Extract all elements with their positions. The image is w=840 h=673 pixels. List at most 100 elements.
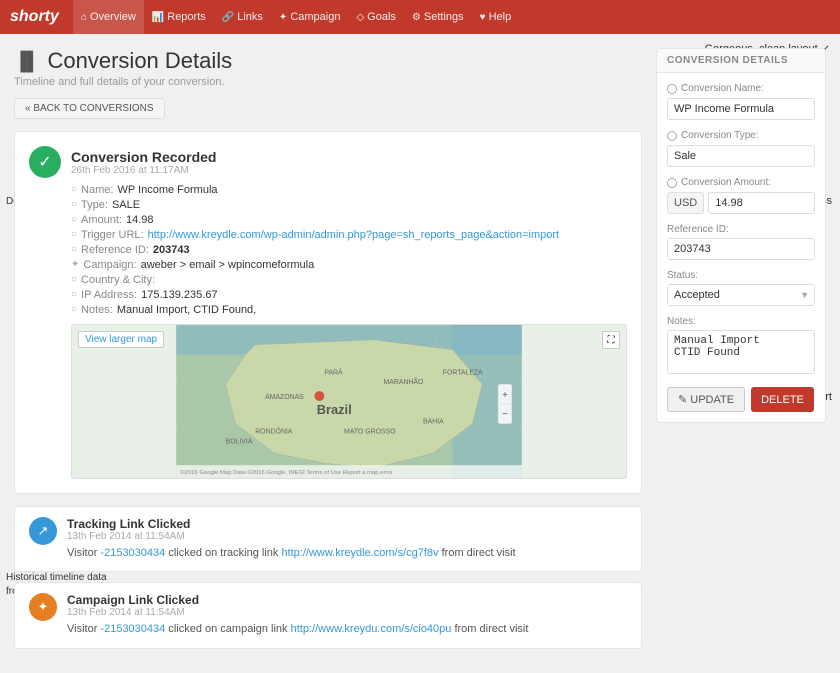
detail-notes: ○ Notes: Manual Import, CTID Found, [71, 304, 627, 316]
conversion-date: 26th Feb 2016 at 11:17AM [71, 165, 216, 176]
campaign-title: Campaign Link Clicked [67, 593, 627, 607]
form-group-notes: Notes: Manual Import CTID Found [667, 316, 815, 377]
detail-type-icon: ○ [71, 199, 77, 211]
nav-item-overview[interactable]: ⌂Overview [73, 0, 144, 34]
view-larger-map-button[interactable]: View larger map [78, 331, 164, 348]
svg-text:+: + [502, 390, 508, 401]
amount-input-group: USD [667, 192, 815, 214]
form-group-status: Status: Accepted Pending Rejected ▼ [667, 270, 815, 306]
conversion-details-list: ○ Name: WP Income Formula ○ Type: SALE ○… [29, 184, 627, 316]
svg-text:©2016 Google Map Data ©2016 G: ©2016 Google Map Data ©2016 Google, INEG… [180, 469, 392, 476]
nav-item-help[interactable]: ♥Help [472, 0, 520, 34]
back-to-conversions-button[interactable]: « BACK TO CONVERSIONS [14, 98, 165, 119]
notes-label: Notes: [667, 316, 815, 327]
conversion-amount-radio: Conversion Amount: [667, 177, 815, 188]
nav-icon-goals: ◇ [356, 12, 364, 23]
detail-trigger-icon: ○ [71, 229, 77, 241]
nav-icon-campaign: ✦ [279, 12, 287, 23]
timeline-campaign-content: Campaign Link Clicked 13th Feb 2014 at 1… [67, 593, 627, 637]
timeline-campaign-link: ✦ Campaign Link Clicked 13th Feb 2014 at… [14, 582, 642, 648]
right-sidebar: CONVERSION DETAILS Conversion Name: Conv… [656, 48, 826, 659]
reference-id-input[interactable] [667, 238, 815, 260]
campaign-url-link[interactable]: http://www.kreydu.com/s/cio40pu [291, 623, 452, 635]
campaign-visitor-link[interactable]: -2153030434 [100, 623, 165, 635]
detail-notes-icon: ○ [71, 304, 77, 316]
svg-text:AMAZONAS: AMAZONAS [265, 394, 304, 401]
detail-refid-icon: ○ [71, 244, 77, 256]
campaign-text: Visitor -2153030434 clicked on campaign … [67, 622, 627, 637]
detail-amount: ○ Amount: 14.98 [71, 214, 627, 226]
delete-button[interactable]: DELETE [751, 387, 814, 412]
conversion-name-radio: Conversion Name: [667, 83, 815, 94]
nav-item-settings[interactable]: ⚙Settings [404, 0, 472, 34]
detail-trigger: ○ Trigger URL: http://www.kreydle.com/wp… [71, 229, 627, 241]
conversion-header: ✓ Conversion Recorded 26th Feb 2016 at 1… [29, 146, 627, 178]
detail-country: ○ Country & City: [71, 274, 627, 286]
nav-item-reports[interactable]: 📊Reports [144, 0, 214, 34]
status-icon: ✓ [29, 146, 61, 178]
nav-item-goals[interactable]: ◇Goals [348, 0, 403, 34]
nav-item-campaign[interactable]: ✦Campaign [271, 0, 349, 34]
tracking-time: 13th Feb 2014 at 11:54AM [67, 531, 627, 542]
trigger-url-link[interactable]: http://www.kreydle.com/wp-admin/admin.ph… [148, 229, 560, 241]
form-group-name: Conversion Name: [667, 83, 815, 120]
tracking-url-link[interactable]: http://www.kreydle.com/s/cg7f8v [281, 547, 438, 559]
timeline-tracking-link: ↗ Tracking Link Clicked 13th Feb 2014 at… [14, 506, 642, 572]
tracking-title: Tracking Link Clicked [67, 517, 627, 531]
detail-campaign-icon: ✦ [71, 259, 79, 271]
svg-text:−: − [502, 409, 508, 420]
nav-icon-links: 🔗 [222, 12, 234, 23]
svg-text:RONDÔNIA: RONDÔNIA [255, 427, 293, 436]
map-container: View larger map ⛶ Brazil PARÁ AMAZONAS M [71, 324, 627, 479]
notes-textarea[interactable]: Manual Import CTID Found [667, 330, 815, 374]
detail-refid: ○ Reference ID: 203743 [71, 244, 627, 256]
sidebar-conversion-details-card: CONVERSION DETAILS Conversion Name: Conv… [656, 48, 826, 423]
radio-dot-amount [667, 178, 677, 188]
svg-text:MATO GROSSO: MATO GROSSO [344, 429, 396, 436]
page-title: Conversion Details [48, 48, 233, 74]
svg-text:FORTALEZA: FORTALEZA [443, 369, 483, 376]
chart-icon: ▐▌ [14, 51, 40, 72]
sidebar-card-header: CONVERSION DETAILS [657, 49, 825, 73]
form-group-amount: Conversion Amount: USD [667, 177, 815, 214]
svg-text:BAHIA: BAHIA [423, 419, 444, 426]
svg-text:Brazil: Brazil [317, 402, 352, 417]
brand-logo: shorty [10, 8, 59, 26]
timeline-tracking-content: Tracking Link Clicked 13th Feb 2014 at 1… [67, 517, 627, 561]
detail-name-icon: ○ [71, 184, 77, 196]
detail-type: ○ Type: SALE [71, 199, 627, 211]
reference-id-label: Reference ID: [667, 224, 815, 235]
conversion-type-input[interactable] [667, 145, 815, 167]
conversion-title: Conversion Recorded [71, 149, 216, 165]
detail-ip-icon: ○ [71, 289, 77, 301]
map-expand-button[interactable]: ⛶ [602, 331, 620, 349]
radio-dot-name [667, 84, 677, 94]
svg-text:BOLIVIA: BOLIVIA [226, 438, 253, 445]
nav-icon-overview: ⌂ [81, 12, 87, 23]
detail-campaign: ✦ Campaign: aweber > email > wpincomefor… [71, 259, 627, 271]
campaign-link-icon: ✦ [29, 593, 57, 621]
nav-icon-settings: ⚙ [412, 12, 421, 23]
page-wrapper: shorty ⌂Overview📊Reports🔗Links✦Campaign◇… [0, 0, 840, 673]
nav-items: ⌂Overview📊Reports🔗Links✦Campaign◇Goals⚙S… [73, 0, 519, 34]
detail-ip: ○ IP Address: 175.139.235.67 [71, 289, 627, 301]
navbar: shorty ⌂Overview📊Reports🔗Links✦Campaign◇… [0, 0, 840, 34]
page-header: ▐▌ Conversion Details Timeline and full … [14, 48, 642, 88]
conversion-name-input[interactable] [667, 98, 815, 120]
sidebar-card-body: Conversion Name: Conversion Type: [657, 73, 825, 422]
status-select-wrapper: Accepted Pending Rejected ▼ [667, 284, 815, 306]
update-button[interactable]: ✎ UPDATE [667, 387, 745, 412]
campaign-time: 13th Feb 2014 at 11:54AM [67, 607, 627, 618]
status-select[interactable]: Accepted Pending Rejected [667, 284, 815, 306]
currency-prefix: USD [667, 192, 704, 214]
detail-amount-icon: ○ [71, 214, 77, 226]
tracking-visitor-link[interactable]: -2153030434 [100, 547, 165, 559]
amount-input[interactable] [708, 192, 815, 214]
nav-item-links[interactable]: 🔗Links [214, 0, 271, 34]
status-label: Status: [667, 270, 815, 281]
form-group-type: Conversion Type: [667, 130, 815, 167]
form-group-refid: Reference ID: [667, 224, 815, 260]
page-subtitle: Timeline and full details of your conver… [14, 76, 642, 88]
action-buttons: ✎ UPDATE DELETE [667, 387, 815, 412]
nav-icon-help: ♥ [480, 12, 486, 23]
